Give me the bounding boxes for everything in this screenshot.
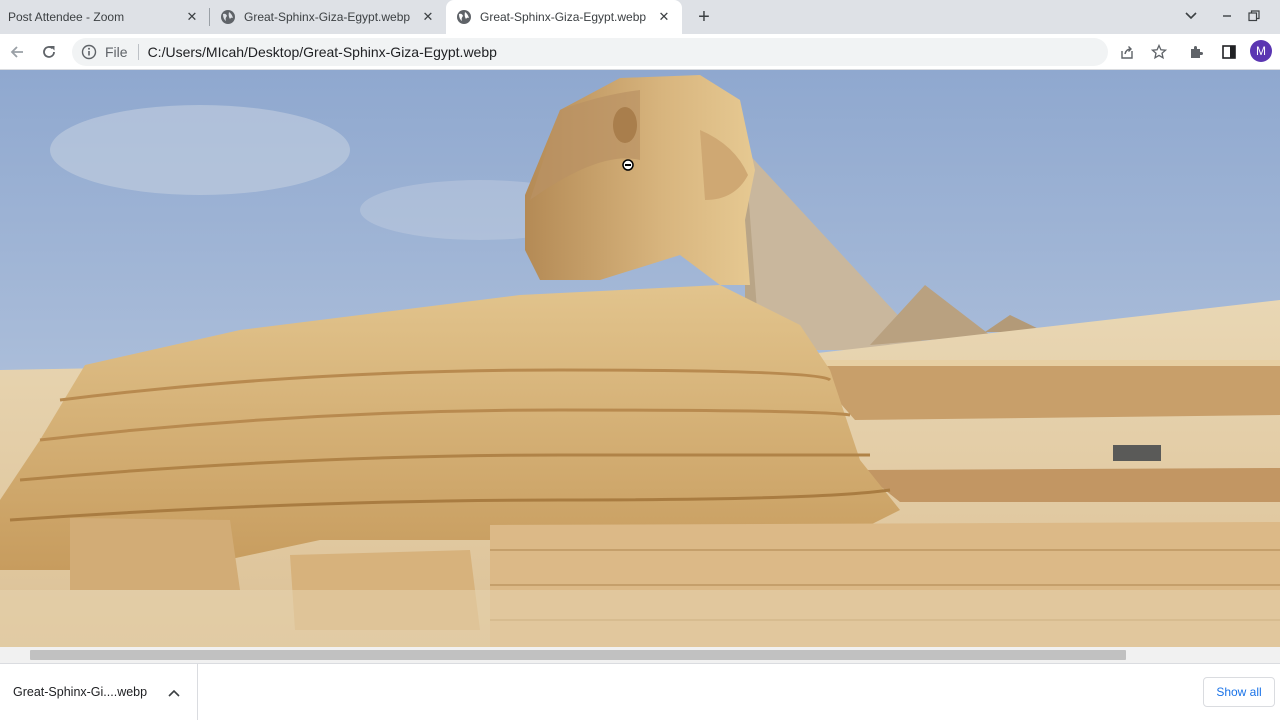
sphinx-photo	[0, 70, 1280, 647]
info-icon[interactable]	[81, 44, 97, 60]
tab-sphinx-image-active[interactable]: Great-Sphinx-Giza-Egypt.webp ( ✕	[446, 0, 682, 34]
omnibox-divider	[137, 44, 139, 60]
share-button[interactable]	[1113, 38, 1141, 66]
arrow-left-icon	[10, 46, 23, 58]
share-icon	[1121, 46, 1133, 59]
tab-search-chevron-icon[interactable]	[1179, 4, 1203, 28]
scheme-label: File	[105, 44, 128, 60]
star-icon	[1151, 44, 1167, 60]
download-bar: Great-Sphinx-Gi....webp Show all	[0, 663, 1280, 720]
close-icon[interactable]: ✕	[420, 9, 436, 25]
bookmark-button[interactable]	[1145, 38, 1173, 66]
tab-sphinx-image-1[interactable]: Great-Sphinx-Giza-Egypt.webp ( ✕	[210, 0, 446, 34]
avatar[interactable]: M	[1250, 40, 1272, 62]
side-panel-button[interactable]	[1215, 38, 1243, 66]
image-viewport[interactable]	[0, 70, 1280, 647]
tab-title: Post Attendee - Zoom	[8, 10, 125, 24]
puzzle-icon	[1191, 46, 1203, 58]
close-icon[interactable]: ✕	[184, 9, 200, 25]
restore-icon[interactable]	[1242, 4, 1266, 28]
scrollbar-thumb[interactable]	[30, 650, 1126, 660]
close-icon[interactable]: ✕	[656, 9, 672, 25]
back-button[interactable]	[3, 38, 31, 66]
toolbar: File C:/Users/MIcah/Desktop/Great-Sphinx…	[0, 34, 1280, 70]
globe-icon	[457, 10, 471, 24]
address-bar[interactable]: File C:/Users/MIcah/Desktop/Great-Sphinx…	[72, 38, 1108, 66]
chevron-up-icon[interactable]	[164, 683, 184, 703]
reload-button[interactable]	[35, 38, 63, 66]
show-all-button[interactable]: Show all	[1203, 677, 1275, 707]
side-panel-icon	[1222, 45, 1236, 59]
tab-post-attendee-zoom[interactable]: Post Attendee - Zoom ✕	[0, 0, 210, 34]
new-tab-plus-icon[interactable]: +	[692, 5, 716, 29]
globe-icon	[221, 10, 235, 24]
tab-title: Great-Sphinx-Giza-Egypt.webp (	[480, 10, 648, 24]
minimize-icon[interactable]	[1215, 4, 1239, 28]
reload-icon	[43, 46, 55, 58]
horizontal-scrollbar[interactable]	[0, 647, 1280, 663]
tab-title: Great-Sphinx-Giza-Egypt.webp (	[244, 10, 412, 24]
url-text[interactable]: C:/Users/MIcah/Desktop/Great-Sphinx-Giza…	[148, 44, 497, 60]
download-filename: Great-Sphinx-Gi....webp	[13, 685, 148, 699]
download-item[interactable]: Great-Sphinx-Gi....webp	[0, 664, 198, 720]
extensions-button[interactable]	[1183, 38, 1211, 66]
tab-strip: Post Attendee - Zoom ✕ Great-Sphinx-Giza…	[0, 0, 1280, 34]
